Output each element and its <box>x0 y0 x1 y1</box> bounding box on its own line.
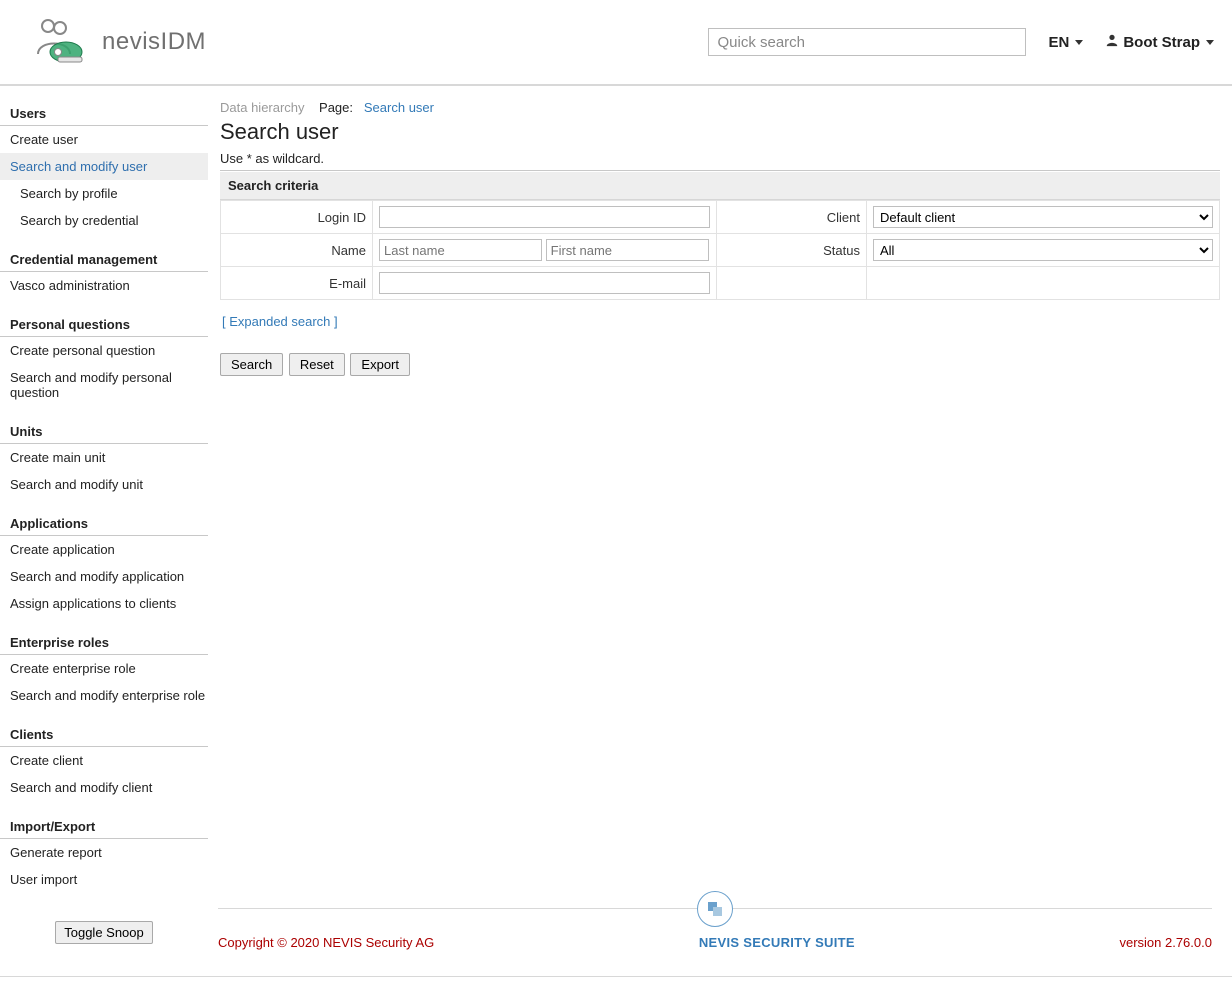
nav-section-title: Units <box>0 414 208 444</box>
action-button-row: Search Reset Export <box>220 353 1220 376</box>
breadcrumb-root[interactable]: Data hierarchy <box>220 100 305 115</box>
sidebar-item[interactable]: Search by profile <box>0 180 208 207</box>
sidebar-item[interactable]: Search and modify personal question <box>0 364 208 406</box>
main-content: Data hierarchy Page: Search user Search … <box>208 86 1232 944</box>
sidebar: UsersCreate userSearch and modify userSe… <box>0 86 208 944</box>
user-label: Boot Strap <box>1123 34 1200 51</box>
sidebar-item[interactable]: Create application <box>0 536 208 563</box>
sidebar-item[interactable]: User import <box>0 866 208 893</box>
status-select[interactable]: All <box>873 239 1213 261</box>
nav-section-title: Applications <box>0 506 208 536</box>
nav-section-title: Clients <box>0 717 208 747</box>
user-dropdown[interactable]: Boot Strap <box>1105 33 1214 51</box>
quick-search-input[interactable] <box>708 28 1026 56</box>
sidebar-item[interactable]: Create enterprise role <box>0 655 208 682</box>
sidebar-item[interactable]: Search and modify unit <box>0 471 208 498</box>
header: nevisIDM EN Boot Strap <box>0 0 1232 84</box>
footer-copyright: Copyright © 2020 NEVIS Security AG <box>218 935 434 950</box>
sidebar-item[interactable]: Assign applications to clients <box>0 590 208 617</box>
sidebar-item[interactable]: Search and modify user <box>0 153 208 180</box>
language-dropdown[interactable]: EN <box>1048 34 1083 51</box>
brand-logo-icon <box>30 14 88 71</box>
sidebar-item[interactable]: Search and modify enterprise role <box>0 682 208 709</box>
sidebar-item[interactable]: Create personal question <box>0 337 208 364</box>
footer-version: version 2.76.0.0 <box>1119 935 1212 950</box>
caret-down-icon <box>1206 40 1214 45</box>
sidebar-item[interactable]: Search and modify client <box>0 774 208 801</box>
breadcrumb-current[interactable]: Search user <box>364 100 434 115</box>
sidebar-item[interactable]: Create user <box>0 126 208 153</box>
bottom-rule <box>0 976 1232 977</box>
user-icon <box>1105 33 1119 51</box>
search-criteria-header: Search criteria <box>220 171 1220 200</box>
nav-section-title: Personal questions <box>0 307 208 337</box>
export-button[interactable]: Export <box>350 353 410 376</box>
search-button[interactable]: Search <box>220 353 283 376</box>
wildcard-hint: Use * as wildcard. <box>220 151 1220 166</box>
sidebar-item[interactable]: Search and modify application <box>0 563 208 590</box>
search-criteria-panel: Search criteria Login ID Client Default … <box>220 170 1220 300</box>
sidebar-item[interactable]: Create main unit <box>0 444 208 471</box>
email-input[interactable] <box>379 272 710 294</box>
brand-block: nevisIDM <box>30 14 206 71</box>
breadcrumb-page-label: Page: <box>319 100 353 115</box>
first-name-input[interactable] <box>546 239 709 261</box>
toggle-snoop-button[interactable]: Toggle Snoop <box>55 921 153 944</box>
nav-section-title: Enterprise roles <box>0 625 208 655</box>
expanded-search-link[interactable]: [ Expanded search ] <box>222 314 338 329</box>
login-id-input[interactable] <box>379 206 710 228</box>
nav-section-title: Credential management <box>0 242 208 272</box>
sidebar-item[interactable]: Vasco administration <box>0 272 208 299</box>
footer: Copyright © 2020 NEVIS Security AG NEVIS… <box>218 908 1212 950</box>
nav-section-title: Users <box>0 96 208 126</box>
language-label: EN <box>1048 34 1069 51</box>
footer-suite-name: NEVIS SECURITY SUITE <box>699 935 855 950</box>
client-select[interactable]: Default client <box>873 206 1213 228</box>
login-id-label: Login ID <box>221 201 373 234</box>
sidebar-item[interactable]: Search by credential <box>0 207 208 234</box>
footer-divider <box>218 908 1212 909</box>
breadcrumb: Data hierarchy Page: Search user <box>220 100 1220 115</box>
brand-name: nevisIDM <box>102 28 206 56</box>
sidebar-item[interactable]: Create client <box>0 747 208 774</box>
page-title: Search user <box>220 119 1220 145</box>
status-label: Status <box>717 234 867 267</box>
email-label: E-mail <box>221 267 373 300</box>
last-name-input[interactable] <box>379 239 542 261</box>
reset-button[interactable]: Reset <box>289 353 345 376</box>
sidebar-item[interactable]: Generate report <box>0 839 208 866</box>
name-label: Name <box>221 234 373 267</box>
client-label: Client <box>717 201 867 234</box>
caret-down-icon <box>1075 40 1083 45</box>
footer-logo-icon <box>697 891 733 927</box>
nav-section-title: Import/Export <box>0 809 208 839</box>
